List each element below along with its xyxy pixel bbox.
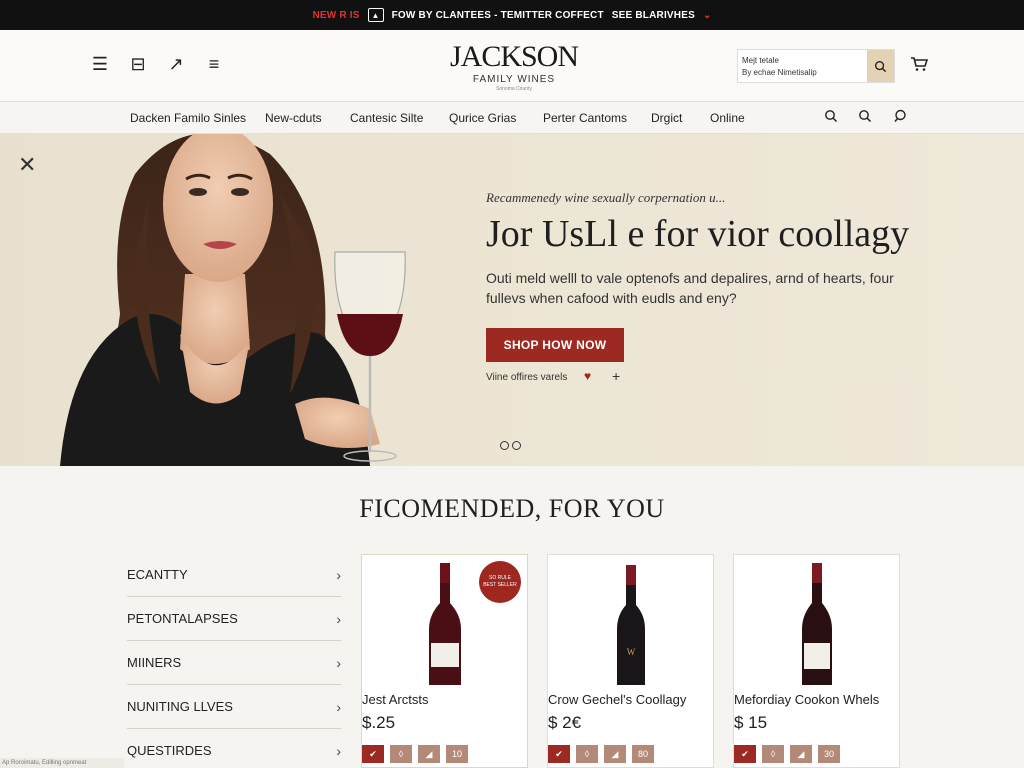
category-item[interactable]: NUNITING LLVES › [127,685,341,729]
carousel-dot[interactable] [500,441,509,450]
product-price: $ 15 [734,713,768,732]
hero-banner: ✕ Recammenedy wine sexually corpernation… [0,134,1024,466]
quantity-badge[interactable]: 80 [632,745,654,763]
search-icon[interactable] [824,109,838,126]
category-label: ECANTTY [127,567,188,582]
chat-icon[interactable] [893,109,907,126]
svg-text:W: W [626,647,635,657]
promo-text: FOW BY CLANTEES - TEMITTER COFFECT [391,9,604,21]
calendar-icon[interactable]: ⊟ [128,54,148,74]
brand-logo[interactable]: JACKSON FAMILY WINES Sonoma County [440,40,588,93]
product-actions: ✔ ◊ ◢ 80 [548,745,654,763]
nav-item-new[interactable]: New-cduts [265,111,322,125]
brand-name: JACKSON [449,40,579,73]
wishlist-icon[interactable]: ◊ [390,745,412,763]
list-icon[interactable]: ≡ [204,54,224,74]
cart-icon[interactable] [910,56,929,77]
search-icon[interactable] [858,109,872,126]
wishlist-icon[interactable]: ◊ [762,745,784,763]
check-icon[interactable]: ✔ [734,745,756,763]
hero-description: Outi meld welll to vale optenofs and dep… [486,270,894,306]
compare-icon[interactable]: ◢ [604,745,626,763]
hero-kicker: Recammenedy wine sexually corpernation u… [486,190,726,205]
category-item[interactable]: ECANTTY › [127,553,341,597]
product-card[interactable]: W Crow Gechel's Coollagy $ 2€ ✔ ◊ ◢ 80 [547,554,714,768]
category-item[interactable]: PETONTALAPSES › [127,597,341,641]
product-card[interactable]: Mefordiay Cookon Whels $ 15 ✔ ◊ ◢ 30 [733,554,900,768]
search-icon [874,60,887,72]
category-label: PETONTALAPSES [127,611,238,626]
recommended-title: FICOMENDED, FOR YOU [359,494,665,523]
site-header: ☰ ⊟ ↗ ≡ JACKSON FAMILY WINES Sonoma Coun… [0,30,1024,102]
nav-item-perter[interactable]: Perter Cantoms [543,111,627,125]
hero-woman-image [60,134,406,466]
hero-title: Jor UsLl e for vior coollagy [486,213,910,255]
product-price: $ 2€ [548,713,582,732]
check-icon[interactable]: ✔ [548,745,570,763]
check-icon[interactable]: ✔ [362,745,384,763]
best-seller-badge: SO RULE BEST SELLER [479,561,521,603]
category-list: ECANTTY › PETONTALAPSES › MIINERS › NUNITIN… [127,553,341,768]
brand-mark-icon: ▲ [367,8,384,22]
search-button[interactable] [867,50,894,82]
category-item[interactable]: QUESTIRDES › [127,729,341,768]
product-name[interactable]: Mefordiay Cookon Whels [734,692,879,707]
search-line-1: Mejt tetale [742,56,779,65]
chevron-right-icon: › [336,566,341,583]
brand-sub: FAMILY WINES [472,74,556,85]
promo-cta[interactable]: SEE BLARIVHES [612,10,695,21]
quantity-badge[interactable]: 10 [446,745,468,763]
status-bar: Ap Roroimatu, Edilling opnmeat [0,758,124,768]
product-card[interactable]: SO RULE BEST SELLER Jest Arctsts $.25 ✔ … [361,554,528,768]
category-label: QUESTIRDES [127,743,212,758]
nav-item-online[interactable]: Online [710,111,745,125]
product-price: $.25 [362,713,396,732]
wine-bottle-image: W [616,565,645,685]
category-label: NUNITING LLVES [127,699,233,714]
nav-item-qurice[interactable]: Qurice Grias [449,111,516,125]
chevron-right-icon: › [336,698,341,715]
hero-offers-link[interactable]: Viine offires varels [486,372,567,383]
plus-icon[interactable]: + [612,368,620,384]
promo-new-label: NEW R IS [312,9,360,21]
nav-item-cantesic[interactable]: Cantesic Silte [350,111,423,125]
brand-tiny: Sonoma County [496,86,532,92]
search-input[interactable]: Mejt tetale By echae Nimetisalip [737,49,895,83]
chevron-right-icon: › [336,742,341,759]
menu-icon[interactable]: ☰ [90,54,110,74]
chevron-down-icon[interactable]: ⌄ [703,10,712,21]
product-actions: ✔ ◊ ◢ 10 [362,745,468,763]
main-nav: Dacken Familo Sinles New-cduts Cantesic … [0,102,1024,134]
share-icon[interactable]: ↗ [166,54,186,74]
compare-icon[interactable]: ◢ [790,745,812,763]
category-item[interactable]: MIINERS › [127,641,341,685]
chevron-right-icon: › [336,610,341,627]
product-actions: ✔ ◊ ◢ 30 [734,745,840,763]
wine-bottle-image [801,563,832,685]
nav-item-family[interactable]: Dacken Familo Sinles [130,111,246,125]
close-icon[interactable]: ✕ [18,154,36,176]
shop-now-button[interactable]: SHOP HOW NOW [486,328,624,362]
compare-icon[interactable]: ◢ [418,745,440,763]
product-name[interactable]: Crow Gechel's Coollagy [548,692,686,707]
chevron-right-icon: › [336,654,341,671]
wishlist-icon[interactable]: ◊ [576,745,598,763]
product-name[interactable]: Jest Arctsts [362,692,428,707]
quantity-badge[interactable]: 30 [818,745,840,763]
carousel-dot[interactable] [512,441,521,450]
wine-bottle-image [428,563,461,685]
search-line-2: By echae Nimetisalip [742,68,817,77]
header-left-icons: ☰ ⊟ ↗ ≡ [90,54,224,74]
category-label: MIINERS [127,655,182,670]
nav-item-drgict[interactable]: Drgict [651,111,682,125]
heart-icon[interactable]: ♥ [584,369,591,383]
promo-bar[interactable]: NEW R IS ▲ FOW BY CLANTEES - TEMITTER CO… [0,0,1024,30]
carousel-dots[interactable] [500,441,521,450]
